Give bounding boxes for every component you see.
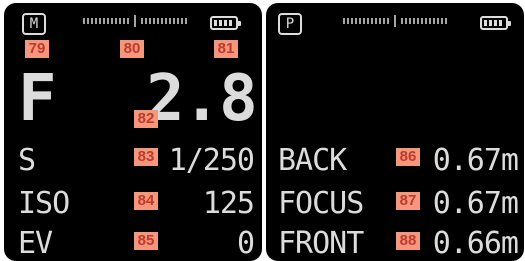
shutter-label: S [18, 143, 36, 178]
callout-tag-mode: 79 [25, 40, 49, 58]
dof-back-value: 0.67m [432, 143, 519, 178]
mode-m-icon: M [22, 13, 46, 35]
battery-icon [480, 16, 511, 30]
dof-back-label: BACK [278, 143, 347, 178]
ev-value: 0 [236, 226, 255, 261]
callout-tag-back: 86 [396, 148, 420, 166]
callout-tag-front: 88 [396, 232, 420, 250]
callout-tag-shutter: 83 [134, 148, 158, 166]
callout-tag-aperture: 82 [134, 110, 158, 128]
dof-focus-label: FOCUS [278, 186, 364, 221]
callout-tag-level: 80 [120, 40, 144, 58]
mode-p-icon: P [278, 13, 302, 35]
iso-label: ISO [18, 186, 70, 221]
callout-tag-iso: 84 [134, 192, 158, 210]
level-gauge-icon [343, 15, 447, 27]
dof-front-label: FRONT [278, 226, 364, 261]
callout-tag-battery: 81 [214, 40, 238, 58]
left-camera-display: M F 2.8 S 1/250 ISO 125 EV 0 79 80 81 82… [4, 3, 262, 261]
mode-label: P [285, 16, 295, 32]
shutter-value: 1/250 [168, 143, 255, 178]
dof-front-value: 0.66m [432, 226, 519, 261]
iso-value: 125 [202, 186, 255, 221]
right-camera-display: P BACK 0.67m FOCUS 0.67m FRONT 0.66m 86 … [266, 3, 524, 261]
dof-focus-value: 0.67m [432, 186, 519, 221]
callout-tag-ev: 85 [134, 232, 158, 250]
aperture-value: 2.8 [146, 62, 258, 136]
battery-icon [210, 16, 241, 30]
callout-tag-focus: 87 [396, 192, 420, 210]
level-gauge-icon [83, 15, 187, 27]
aperture-label: F [18, 62, 57, 136]
mode-label: M [29, 16, 39, 32]
ev-label: EV [18, 226, 53, 261]
